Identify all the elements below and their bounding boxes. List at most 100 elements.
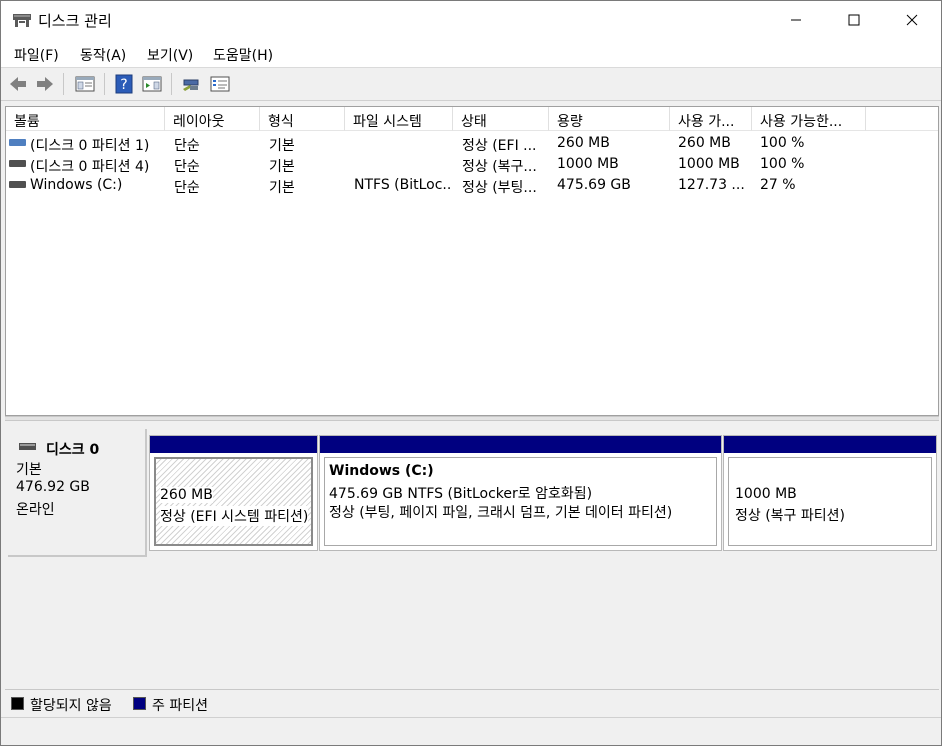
hard-disk-icon (19, 443, 36, 450)
partition-title: Windows (C:) (329, 463, 434, 479)
forward-icon (37, 77, 53, 91)
cell-free-space: 260 MB (678, 135, 731, 151)
maximize-button[interactable] (825, 1, 883, 39)
toolbar-separator (171, 73, 172, 95)
console-tree-icon (75, 76, 95, 92)
cell-volume: Windows (C:) (30, 177, 123, 193)
disk-management-app-icon (12, 11, 32, 29)
volume-list[interactable]: 볼륨 레이아웃 형식 파일 시스템 상태 용량 사용 가... 사용 가능한..… (5, 106, 939, 416)
table-row[interactable]: (디스크 0 파티션 4) 단순 기본 정상 (복구... 1000 MB 10… (6, 154, 938, 175)
minimize-button[interactable] (767, 1, 825, 39)
toolbar: ? (1, 68, 941, 101)
legend-primary-swatch (133, 697, 146, 710)
forward-button[interactable] (34, 73, 56, 95)
cell-status: 정상 (EFI ... (462, 138, 537, 154)
table-row[interactable]: (디스크 0 파티션 1) 단순 기본 정상 (EFI ... 260 MB 2… (6, 133, 938, 154)
cell-volume: (디스크 0 파티션 1) (30, 138, 150, 154)
help-button[interactable]: ? (113, 73, 135, 95)
column-header-layout[interactable]: 레이아웃 (165, 107, 260, 131)
close-icon (906, 14, 918, 26)
cell-free-space: 127.73 ... (678, 177, 745, 193)
partition-bar (320, 436, 721, 453)
partition-efi[interactable]: 260 MB 정상 (EFI 시스템 파티션) (149, 435, 318, 551)
properties-button[interactable] (209, 73, 231, 95)
partition-size: 260 MB (160, 487, 213, 503)
cell-type: 기본 (269, 138, 295, 154)
cell-capacity: 475.69 GB (557, 177, 631, 193)
cell-type: 기본 (269, 159, 295, 175)
cell-layout: 단순 (174, 180, 200, 196)
partition-size: 475.69 GB NTFS (BitLocker로 암호화됨) (329, 486, 593, 502)
cell-type: 기본 (269, 180, 295, 196)
cell-free-space: 1000 MB (678, 156, 740, 172)
cell-status: 정상 (부팅... (462, 180, 537, 196)
cell-status: 정상 (복구... (462, 159, 537, 175)
cell-layout: 단순 (174, 138, 200, 154)
partition-recovery[interactable]: 1000 MB 정상 (복구 파티션) (723, 435, 937, 551)
partition-bar (724, 436, 936, 453)
menu-file[interactable]: 파일(F) (14, 45, 59, 65)
menu-action[interactable]: 동작(A) (80, 45, 126, 65)
status-bar (1, 717, 941, 745)
window-title: 디스크 관리 (38, 12, 112, 30)
menu-help[interactable]: 도움말(H) (213, 45, 273, 65)
disk-graphical-view: 디스크 0 기본 476.92 GB 온라인 260 MB 정상 (EFI 시스… (5, 421, 939, 689)
back-icon (10, 77, 26, 91)
menu-view[interactable]: 보기(V) (147, 45, 193, 65)
table-row[interactable]: Windows (C:) 단순 기본 NTFS (BitLoc... 정상 (부… (6, 175, 938, 196)
help-glyph: ? (120, 77, 127, 93)
help-icon: ? (115, 74, 133, 94)
cell-file-system: NTFS (BitLoc... (354, 177, 452, 193)
properties-icon (210, 76, 230, 92)
partition-status: 정상 (부팅, 페이지 파일, 크래시 덤프, 기본 데이터 파티션) (329, 505, 673, 521)
column-header-free-space[interactable]: 사용 가... (670, 107, 752, 131)
back-button[interactable] (7, 73, 29, 95)
cell-percent-free: 27 % (760, 177, 796, 193)
column-header-status[interactable]: 상태 (453, 107, 549, 131)
volume-disk-icon (9, 181, 26, 188)
cell-capacity: 1000 MB (557, 156, 619, 172)
partition-recovery-body: 1000 MB 정상 (복구 파티션) (728, 457, 932, 546)
partition-bar (150, 436, 317, 453)
action-pane-icon (142, 76, 162, 92)
minimize-icon (791, 19, 801, 21)
cell-layout: 단순 (174, 159, 200, 175)
cell-percent-free: 100 % (760, 156, 805, 172)
disk-type: 기본 (16, 462, 42, 478)
disk-0-label[interactable]: 디스크 0 기본 476.92 GB 온라인 (8, 429, 147, 557)
column-header-capacity[interactable]: 용량 (549, 107, 670, 131)
toolbar-separator (63, 73, 64, 95)
disk-size: 476.92 GB (16, 479, 90, 495)
partition-status: 정상 (EFI 시스템 파티션) (160, 506, 309, 526)
maximize-icon (848, 14, 860, 26)
column-header-file-system[interactable]: 파일 시스템 (345, 107, 453, 131)
legend: 할당되지 않음 주 파티션 (5, 689, 939, 717)
partition-windows-body: Windows (C:) 475.69 GB NTFS (BitLocker로 … (324, 457, 717, 546)
legend-unallocated-label: 할당되지 않음 (30, 698, 112, 714)
action-pane-button[interactable] (141, 73, 163, 95)
close-button[interactable] (883, 1, 941, 39)
legend-primary-label: 주 파티션 (152, 698, 208, 714)
console-tree-button[interactable] (74, 73, 96, 95)
volume-disk-icon (9, 139, 26, 146)
connect-disk-button[interactable] (180, 73, 202, 95)
disk-management-window: 디스크 관리 파일(F) 동작(A) 보기(V) 도움말(H) ? 볼륨 레이아… (0, 0, 942, 746)
legend-unallocated-swatch (11, 697, 24, 710)
disk-name: 디스크 0 (46, 442, 100, 458)
cell-volume: (디스크 0 파티션 4) (30, 159, 150, 175)
cell-percent-free: 100 % (760, 135, 805, 151)
menu-bar: 파일(F) 동작(A) 보기(V) 도움말(H) (1, 39, 941, 68)
column-header-volume[interactable]: 볼륨 (6, 107, 165, 131)
column-header-percent-free[interactable]: 사용 가능한... (752, 107, 866, 131)
partition-size: 1000 MB (735, 486, 797, 502)
partition-windows-c[interactable]: Windows (C:) 475.69 GB NTFS (BitLocker로 … (319, 435, 722, 551)
cell-capacity: 260 MB (557, 135, 610, 151)
connect-disk-icon (183, 79, 199, 91)
column-header-type[interactable]: 형식 (260, 107, 345, 131)
title-bar: 디스크 관리 (1, 1, 941, 39)
partition-efi-body: 260 MB 정상 (EFI 시스템 파티션) (154, 457, 313, 546)
toolbar-separator (104, 73, 105, 95)
volume-disk-icon (9, 160, 26, 167)
column-header-filler (866, 107, 938, 131)
disk-status: 온라인 (16, 502, 55, 518)
